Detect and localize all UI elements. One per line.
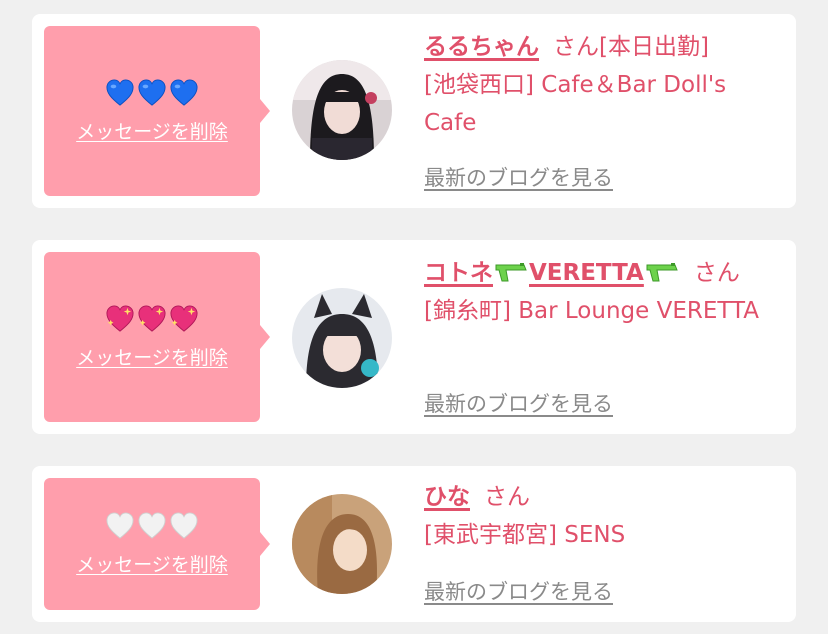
- favorite-card: メッセージを削除 コトネ VERETTA さん [錦糸町] Bar Lounge V…: [32, 240, 796, 434]
- cast-name-part: コトネ: [424, 260, 493, 286]
- latest-blog-link[interactable]: 最新のブログを見る: [424, 162, 613, 192]
- status-label: [本日出勤]: [599, 34, 709, 60]
- store-label: [池袋西口] Cafe＆Bar Doll's Cafe: [424, 72, 727, 136]
- latest-blog-link[interactable]: 最新のブログを見る: [424, 576, 613, 606]
- hearts-row: [105, 304, 199, 333]
- name-suffix: さん: [693, 260, 740, 286]
- cast-name-link[interactable]: コトネ VERETTA: [424, 260, 680, 286]
- cast-name-part: VERETTA: [529, 260, 644, 286]
- hearts-row: [105, 78, 199, 107]
- name-suffix: さん: [484, 484, 530, 510]
- cast-name-link[interactable]: るるちゃん: [424, 34, 539, 60]
- blue-heart-icon: [138, 78, 166, 106]
- blue-heart-icon: [170, 78, 198, 106]
- white-heart-icon: [170, 511, 198, 539]
- avatar[interactable]: [292, 60, 392, 160]
- cast-name-link[interactable]: ひな: [424, 484, 470, 510]
- avatar[interactable]: [292, 288, 392, 388]
- name-suffix: さん: [553, 34, 599, 60]
- white-heart-icon: [106, 511, 134, 539]
- delete-message-link[interactable]: メッセージを削除: [76, 343, 228, 370]
- message-box: メッセージを削除: [44, 478, 270, 610]
- hearts-row: [105, 511, 199, 540]
- avatar-image: [292, 494, 392, 594]
- message-box: メッセージを削除: [44, 252, 270, 422]
- favorite-card: メッセージを削除 ひな さん [東武宇都宮] SENS 最新のブログを見る: [32, 466, 796, 622]
- water-pistol-icon: [495, 263, 527, 282]
- water-pistol-icon: [646, 263, 678, 282]
- delete-message-link[interactable]: メッセージを削除: [76, 117, 228, 144]
- latest-blog-link[interactable]: 最新のブログを見る: [424, 388, 613, 418]
- avatar-image: [292, 60, 392, 160]
- message-box: メッセージを削除: [44, 26, 270, 196]
- sparkling-heart-icon: [170, 304, 198, 332]
- white-heart-icon: [138, 511, 166, 539]
- avatar-image: [292, 288, 392, 388]
- sparkling-heart-icon: [138, 304, 166, 332]
- store-label: [錦糸町] Bar Lounge VERETTA: [424, 298, 760, 324]
- store-label: [東武宇都宮] SENS: [424, 522, 626, 548]
- sparkling-heart-icon: [106, 304, 134, 332]
- delete-message-link[interactable]: メッセージを削除: [76, 550, 228, 577]
- favorite-card: メッセージを削除 るるちゃん さん[本日出勤] [池袋西口] Cafe＆Bar D…: [32, 14, 796, 208]
- cast-info: ひな さん [東武宇都宮] SENS: [424, 478, 776, 554]
- avatar[interactable]: [292, 494, 392, 594]
- cast-info: コトネ VERETTA さん [錦糸町] Bar Lounge VERETTA: [424, 254, 776, 330]
- blue-heart-icon: [106, 78, 134, 106]
- cast-info: るるちゃん さん[本日出勤] [池袋西口] Cafe＆Bar Doll's Caf…: [424, 28, 776, 142]
